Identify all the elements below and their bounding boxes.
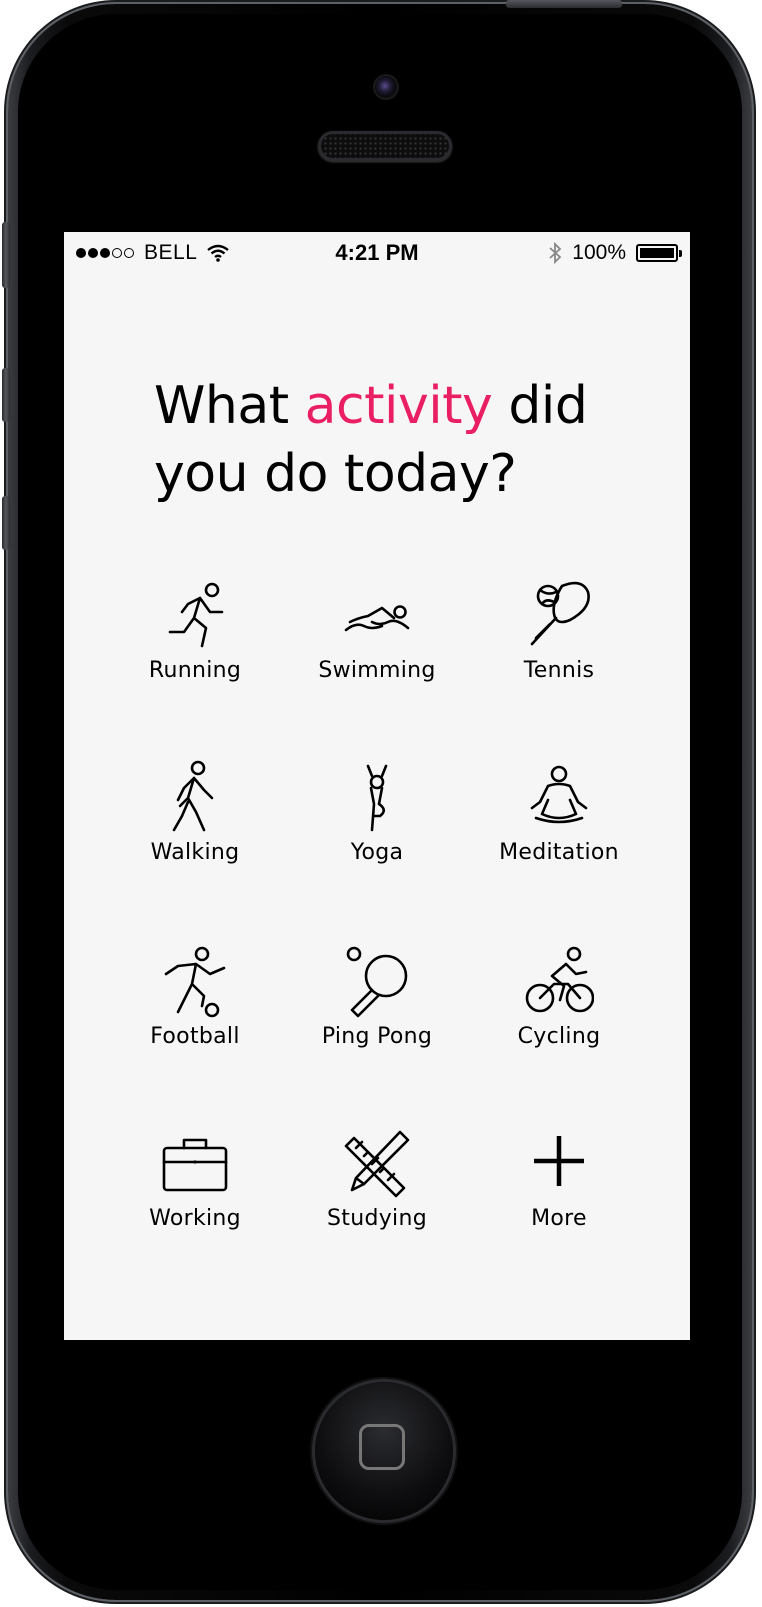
pencil-ruler-icon xyxy=(344,1130,410,1198)
screen: BELL 4:21 PM 100% What activity did you … xyxy=(64,232,690,1340)
activity-label: Running xyxy=(148,658,242,683)
plus-icon xyxy=(534,1136,584,1186)
briefcase-icon xyxy=(162,1138,228,1192)
volume-down-button[interactable] xyxy=(2,496,10,550)
activity-label: Swimming xyxy=(318,658,436,683)
front-camera xyxy=(375,76,397,98)
cycling-icon xyxy=(525,946,594,1013)
bluetooth-icon xyxy=(549,242,562,264)
earpiece-speaker xyxy=(318,131,452,161)
sleep-button[interactable] xyxy=(506,0,622,8)
activity-ping-pong[interactable]: Ping Pong xyxy=(286,944,468,1074)
activity-yoga[interactable]: Yoga xyxy=(286,760,468,890)
activity-label: Studying xyxy=(327,1206,427,1231)
activity-label: Ping Pong xyxy=(321,1024,433,1049)
question-highlight: activity xyxy=(304,376,493,436)
question-heading: What activity did you do today? xyxy=(154,372,614,508)
tennis-icon xyxy=(530,581,590,646)
football-icon xyxy=(164,946,226,1018)
activity-label: Yoga xyxy=(350,840,404,865)
question-text-start: What xyxy=(154,376,305,436)
walking-icon xyxy=(172,760,214,832)
activity-more[interactable]: More xyxy=(468,1126,650,1256)
ping-pong-icon xyxy=(346,946,408,1018)
activity-football[interactable]: Football xyxy=(104,944,286,1074)
activity-cycling[interactable]: Cycling xyxy=(468,944,650,1074)
activity-walking[interactable]: Walking xyxy=(104,760,286,890)
activity-working[interactable]: Working xyxy=(104,1126,286,1256)
activity-studying[interactable]: Studying xyxy=(286,1126,468,1256)
activity-label: Working xyxy=(149,1206,241,1231)
battery-percent: 100% xyxy=(572,241,626,264)
activity-label: Football xyxy=(150,1024,240,1049)
battery-icon xyxy=(636,244,682,262)
running-icon xyxy=(168,582,224,648)
volume-up-button[interactable] xyxy=(2,368,10,422)
activity-label: Walking xyxy=(150,840,240,865)
activity-label: Cycling xyxy=(517,1024,601,1049)
activity-swimming[interactable]: Swimming xyxy=(286,578,468,708)
mute-switch[interactable] xyxy=(2,222,10,288)
activity-running[interactable]: Running xyxy=(104,578,286,708)
home-square-icon xyxy=(359,1424,405,1470)
activity-tennis[interactable]: Tennis xyxy=(468,578,650,708)
meditation-icon xyxy=(530,765,588,824)
battery-level xyxy=(640,248,674,258)
activity-label: Meditation xyxy=(499,840,619,865)
status-bar: BELL 4:21 PM 100% xyxy=(64,232,690,272)
status-right: 100% xyxy=(548,241,682,265)
activity-label: More xyxy=(531,1206,587,1231)
swimming-icon xyxy=(344,605,410,632)
activity-label: Tennis xyxy=(523,658,595,683)
yoga-icon xyxy=(366,764,388,832)
activity-meditation[interactable]: Meditation xyxy=(468,760,650,890)
home-button[interactable] xyxy=(315,1382,453,1520)
